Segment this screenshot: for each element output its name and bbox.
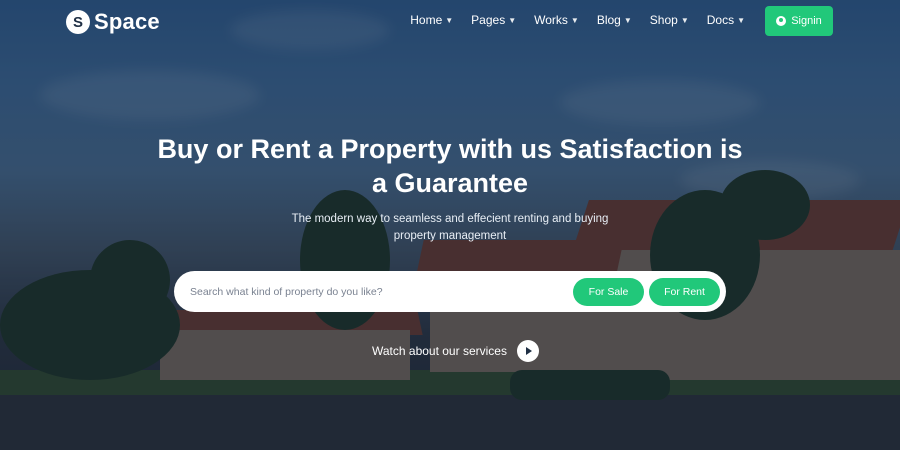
chevron-down-icon: ▼ — [508, 15, 517, 25]
hero-subtext: The modern way to seamless and effecient… — [270, 211, 630, 245]
main-nav: Home ▼ Pages ▼ Works ▼ Blog ▼ Shop ▼ Doc… — [410, 13, 745, 27]
nav-blog-label: Blog — [596, 13, 621, 27]
signin-label: Signin — [791, 15, 822, 27]
hero-headline: Buy or Rent a Property with us Satisfact… — [150, 132, 750, 200]
play-icon[interactable] — [516, 340, 539, 362]
logo-badge: S — [66, 10, 90, 34]
hero-headline-line2: a Guarantee — [371, 168, 529, 198]
nav-home[interactable]: Home ▼ — [410, 13, 453, 27]
chevron-down-icon: ▼ — [570, 15, 579, 25]
user-circle-icon — [776, 16, 787, 26]
hero-headline-line1: Buy or Rent a Property with us Satisfact… — [157, 134, 743, 164]
nav-pages-label: Pages — [471, 13, 506, 27]
hero-subtext-line2: property management — [393, 230, 507, 242]
search-input[interactable] — [190, 282, 570, 301]
chevron-down-icon: ▼ — [680, 15, 689, 25]
nav-home-label: Home — [410, 13, 443, 27]
nav-pages[interactable]: Pages ▼ — [471, 13, 516, 27]
nav-works[interactable]: Works ▼ — [534, 13, 579, 27]
chevron-down-icon: ▼ — [737, 15, 745, 25]
chevron-down-icon: ▼ — [445, 15, 454, 25]
nav-shop[interactable]: Shop ▼ — [650, 13, 689, 27]
signin-button[interactable]: Signin — [765, 6, 833, 36]
nav-works-label: Works — [534, 13, 568, 27]
top-navbar: S Space Home ▼ Pages ▼ Works ▼ Blog ▼ Sh… — [0, 0, 900, 40]
watch-services-label: Watch about our services — [372, 344, 507, 358]
watch-services-link[interactable]: Watch about our services — [372, 340, 539, 362]
brand-name: Space — [94, 9, 160, 34]
nav-docs-label: Docs — [706, 13, 735, 27]
nav-shop-label: Shop — [649, 13, 678, 27]
for-sale-button[interactable]: For Sale — [573, 278, 644, 306]
nav-docs[interactable]: Docs ▼ — [707, 13, 745, 27]
hero-subtext-line1: The modern way to seamless and effecient… — [291, 213, 609, 225]
chevron-down-icon: ▼ — [623, 15, 632, 25]
for-rent-button[interactable]: For Rent — [649, 278, 720, 306]
brand-logo[interactable]: S Space — [66, 9, 160, 35]
property-search-bar: For Sale For Rent — [174, 271, 726, 312]
nav-blog[interactable]: Blog ▼ — [597, 13, 632, 27]
